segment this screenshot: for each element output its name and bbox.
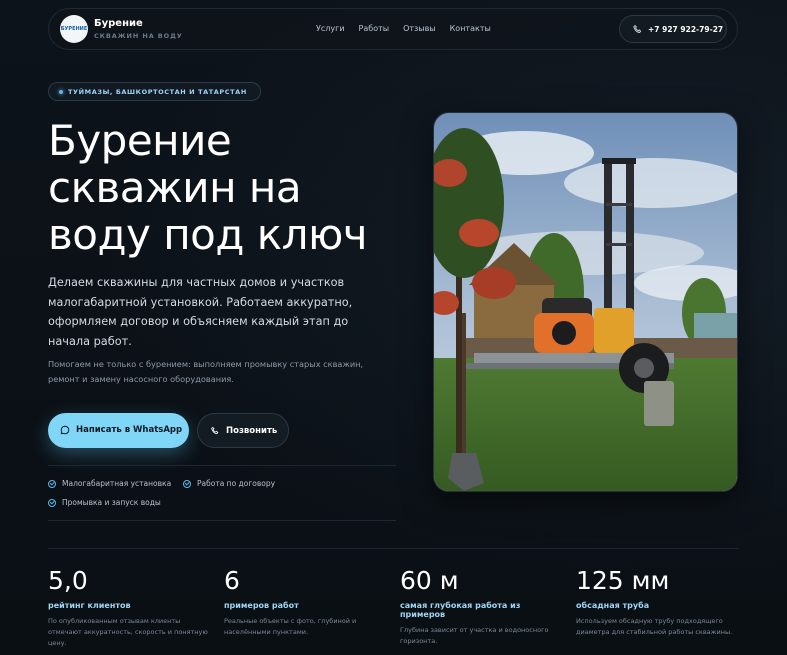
divider: [48, 520, 396, 521]
brand-subtitle: СКВАЖИН НА ВОДУ: [94, 32, 183, 40]
nav-services[interactable]: Услуги: [316, 24, 345, 33]
check-circle-icon: [183, 479, 191, 488]
hero-title-line-1: Бурение: [48, 116, 232, 165]
nav-works[interactable]: Работы: [359, 24, 390, 33]
whatsapp-button[interactable]: Написать в WhatsApp: [48, 413, 189, 448]
chat-bubble-icon: [60, 425, 70, 435]
stat-works: 6 примеров работ Реальные объекты с фото…: [224, 566, 389, 638]
feature-item: Промывка и запуск воды: [48, 498, 161, 507]
stat-value: 5,0: [48, 566, 88, 595]
stats-divider: [48, 548, 738, 549]
brand-name[interactable]: Бурение: [94, 18, 143, 29]
check-circle-icon: [48, 498, 56, 507]
dot-icon: [59, 90, 63, 94]
divider: [48, 465, 396, 466]
stat-value: 125 мм: [576, 566, 670, 595]
stat-label: рейтинг клиентов: [48, 601, 131, 610]
stat-label: самая глубокая работа из примеров: [400, 601, 521, 619]
stat-label: обсадная труба: [576, 601, 650, 610]
stat-label: примеров работ: [224, 601, 299, 610]
stat-rating: 5,0 рейтинг клиентов По опубликованным о…: [48, 566, 213, 649]
site-header: БУРЕНИЕ Бурение СКВАЖИН НА ВОДУ Услуги Р…: [48, 8, 738, 50]
call-button-label: Позвонить: [226, 426, 278, 436]
stat-description: Реальные объекты с фото, глубиной и насе…: [224, 617, 357, 636]
hero-title-line-2: скважин на: [48, 163, 302, 212]
stat-description: Используем обсадную трубу подходящего ди…: [576, 617, 733, 636]
location-text: ТУЙМАЗЫ, БАШКОРТОСТАН И ТАТАРСТАН: [68, 88, 247, 96]
check-circle-icon: [48, 479, 56, 488]
header-phone-number: +7 927 922-79-27: [648, 25, 724, 34]
location-badge: ТУЙМАЗЫ, БАШКОРТОСТАН И ТАТАРСТАН: [48, 82, 261, 101]
hero-title: Бурение скважин на воду под ключ: [48, 117, 408, 258]
stat-description: По опубликованным отзывам клиенты отмеча…: [48, 617, 208, 647]
hero-description: Делаем скважины для частных домов и учас…: [48, 276, 353, 348]
stat-depth: 60 м самая глубокая работа из примеров Г…: [400, 566, 565, 647]
nav-contacts[interactable]: Контакты: [450, 24, 491, 33]
feature-text: Малогабаритная установка: [62, 479, 172, 488]
phone-icon: [633, 25, 642, 33]
hero-title-line-3: воду под ключ: [48, 210, 368, 259]
header-phone-button[interactable]: +7 927 922-79-27: [619, 15, 727, 43]
drilling-rig-photo: [434, 113, 737, 491]
logo[interactable]: БУРЕНИЕ: [60, 15, 88, 43]
feature-text: Работа по договору: [197, 479, 276, 488]
stat-value: 6: [224, 566, 240, 595]
phone-icon: [211, 427, 219, 435]
hero-subtext: Помогаем не только с бурением: выполняем…: [48, 359, 364, 384]
feature-item: Работа по договору: [183, 479, 275, 488]
feature-item: Малогабаритная установка: [48, 479, 171, 488]
logo-text: БУРЕНИЕ: [60, 26, 88, 32]
whatsapp-button-label: Написать в WhatsApp: [76, 425, 183, 435]
feature-text: Промывка и запуск воды: [62, 498, 161, 507]
hero-photo: [433, 112, 738, 492]
main-nav: Услуги Работы Отзывы Контакты: [316, 24, 491, 33]
stat-value: 60 м: [400, 566, 459, 595]
stat-pipe: 125 мм обсадная труба Используем обсадну…: [576, 566, 741, 638]
nav-reviews[interactable]: Отзывы: [403, 24, 436, 33]
stat-description: Глубина зависит от участка и водоносного…: [400, 626, 549, 645]
call-button[interactable]: Позвонить: [197, 413, 289, 448]
